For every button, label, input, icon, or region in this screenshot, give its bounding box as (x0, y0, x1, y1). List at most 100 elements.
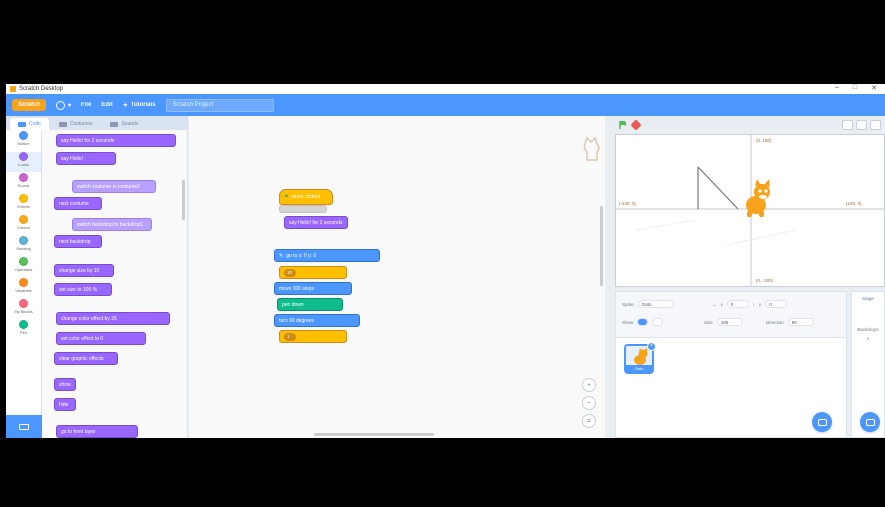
workspace-horizontal-scrollbar[interactable] (314, 433, 434, 436)
category-sensing[interactable]: Sensing (6, 236, 41, 256)
sprite-thumbnail-selected[interactable]: Gato × (624, 342, 656, 374)
category-sound[interactable]: Sound (6, 173, 41, 193)
app-icon (10, 86, 16, 92)
size-input[interactable]: 100 (716, 318, 743, 326)
add-extension-button[interactable] (6, 415, 42, 438)
block-think-for[interactable]: switch costume to costume2 (72, 180, 156, 193)
size-label: Size (704, 319, 713, 325)
x-input[interactable]: 0 (726, 300, 749, 308)
choose-sprite-button[interactable] (812, 412, 832, 432)
category-dot (19, 173, 28, 182)
window-controls: – □ ✕ (835, 84, 877, 92)
tutorials-menu[interactable]: ✦ Tutorials (123, 102, 156, 109)
stage-label-top: (0, 180) (756, 138, 772, 143)
category-operators[interactable]: Operators (6, 257, 41, 277)
delete-sprite-button[interactable]: × (647, 342, 656, 351)
tutorials-label: Tutorials (130, 102, 156, 108)
lightbulb-icon: ✦ (122, 102, 128, 109)
code-icon (18, 121, 26, 127)
maximize-button[interactable]: □ (853, 84, 857, 92)
minimize-button[interactable]: – (835, 84, 839, 92)
zoom-reset-button[interactable]: = (582, 414, 596, 428)
script-control-block[interactable]: 10 (279, 266, 347, 279)
script-pen-down[interactable]: pen down (277, 298, 343, 311)
code-workspace[interactable]: ⚑ when clicked say Hello! for 2 seconds … (189, 116, 605, 438)
stage-canvas[interactable]: (0, 180) (0, -180) (-240, 0) (240, 0) (615, 134, 885, 287)
editor-tabs: Code Costumes Sounds (6, 116, 188, 130)
show-visible-toggle[interactable] (637, 318, 649, 326)
block-say[interactable]: say Hello! (56, 152, 116, 165)
show-label: Show (622, 319, 634, 325)
close-button[interactable]: ✕ (871, 84, 877, 92)
normal-stage-button[interactable] (856, 120, 867, 130)
tab-costumes[interactable]: Costumes (51, 118, 101, 130)
small-stage-button[interactable] (842, 120, 853, 130)
direction-input[interactable]: 90 (787, 318, 814, 326)
cat-add-icon (817, 418, 827, 426)
menu-bar: Scratch ▾ File Edit ✦ Tutorials Scratch … (6, 94, 885, 116)
show-hidden-toggle[interactable] (652, 318, 664, 326)
palette-scrollbar[interactable] (182, 180, 185, 220)
block-switch-backdrop[interactable]: switch backdrop to backdrop1 (72, 218, 152, 231)
stage-target-panel[interactable]: Stage Backdrops 1 (851, 291, 885, 438)
script-when-flag-clicked[interactable]: ⚑ when clicked (279, 189, 333, 205)
scratch-logo[interactable]: Scratch (12, 99, 46, 111)
sprite-info-panel: Sprite Gato ↔ x 0 ↕ y 0 Show Size 100 Di… (616, 292, 846, 338)
y-arrows-icon: ↕ (752, 301, 755, 307)
block-hide[interactable]: hide (54, 398, 76, 411)
script-turn-degrees[interactable]: turn 90 degrees (274, 314, 360, 327)
script-go-to-xy[interactable]: ✎ go to x: 0 y: 0 (274, 249, 380, 262)
block-set-size[interactable]: set size to 100 % (54, 283, 112, 296)
language-menu[interactable]: ▾ (56, 100, 71, 110)
extension-icon (19, 423, 29, 430)
edit-menu[interactable]: Edit (101, 102, 112, 108)
tab-code[interactable]: Code (10, 118, 49, 130)
x-arrows-icon: ↔ (712, 301, 717, 307)
file-menu[interactable]: File (81, 102, 91, 108)
category-motion[interactable]: Motion (6, 131, 41, 151)
category-dot (19, 257, 28, 266)
stage-backdrop-grid (616, 135, 884, 286)
backdrops-label: Backdrops (857, 327, 879, 332)
cat-sprite[interactable] (746, 179, 770, 217)
project-title-input[interactable]: Scratch Project (165, 98, 274, 112)
globe-icon (56, 100, 65, 110)
tab-sounds[interactable]: Sounds (102, 118, 146, 130)
block-next-costume[interactable]: next costume (54, 197, 102, 210)
category-dot (19, 236, 28, 245)
block-set-effect[interactable]: set color effect to 0 (56, 332, 146, 345)
x-label: x (720, 301, 723, 307)
choose-backdrop-button[interactable] (860, 412, 880, 432)
zoom-out-button[interactable]: − (582, 396, 596, 410)
category-looks[interactable]: Looks (6, 152, 41, 172)
block-say-for[interactable]: say Hello! for 2 seconds (56, 134, 176, 147)
script-spacer (279, 205, 327, 213)
image-add-icon (865, 418, 875, 426)
category-dot (19, 299, 28, 308)
flag-icon: ⚑ (284, 194, 289, 200)
category-events[interactable]: Events (6, 194, 41, 214)
stop-button[interactable] (630, 119, 642, 131)
workspace-vertical-scrollbar[interactable] (600, 206, 603, 286)
category-pen[interactable]: Pen (6, 320, 41, 340)
category-dot (19, 278, 28, 287)
zoom-in-button[interactable]: + (582, 378, 596, 392)
speaker-icon (110, 121, 119, 127)
script-move-steps[interactable]: move 100 steps (274, 282, 352, 295)
block-change-size[interactable]: change size by 10 (54, 264, 114, 277)
category-my-blocks[interactable]: My Blocks (6, 299, 41, 319)
category-variables[interactable]: Variables (6, 278, 41, 298)
block-show[interactable]: show (54, 378, 76, 391)
block-clear-effects[interactable]: clear graphic effects (54, 352, 118, 365)
sprite-name-input[interactable]: Gato (637, 300, 674, 308)
block-change-effect[interactable]: change color effect by 25 (56, 312, 170, 325)
script-wait-block[interactable]: 1 (279, 330, 347, 343)
fullscreen-button[interactable] (870, 120, 881, 130)
block-next-backdrop[interactable]: next backdrop (54, 235, 102, 248)
green-flag-button[interactable] (618, 120, 628, 130)
script-say-block[interactable]: say Hello! for 2 seconds (284, 216, 348, 229)
y-input[interactable]: 0 (765, 300, 788, 308)
category-control[interactable]: Control (6, 215, 41, 235)
stage-panel-title: Stage (862, 296, 874, 301)
block-go-to-layer[interactable]: go to front layer (56, 425, 138, 438)
